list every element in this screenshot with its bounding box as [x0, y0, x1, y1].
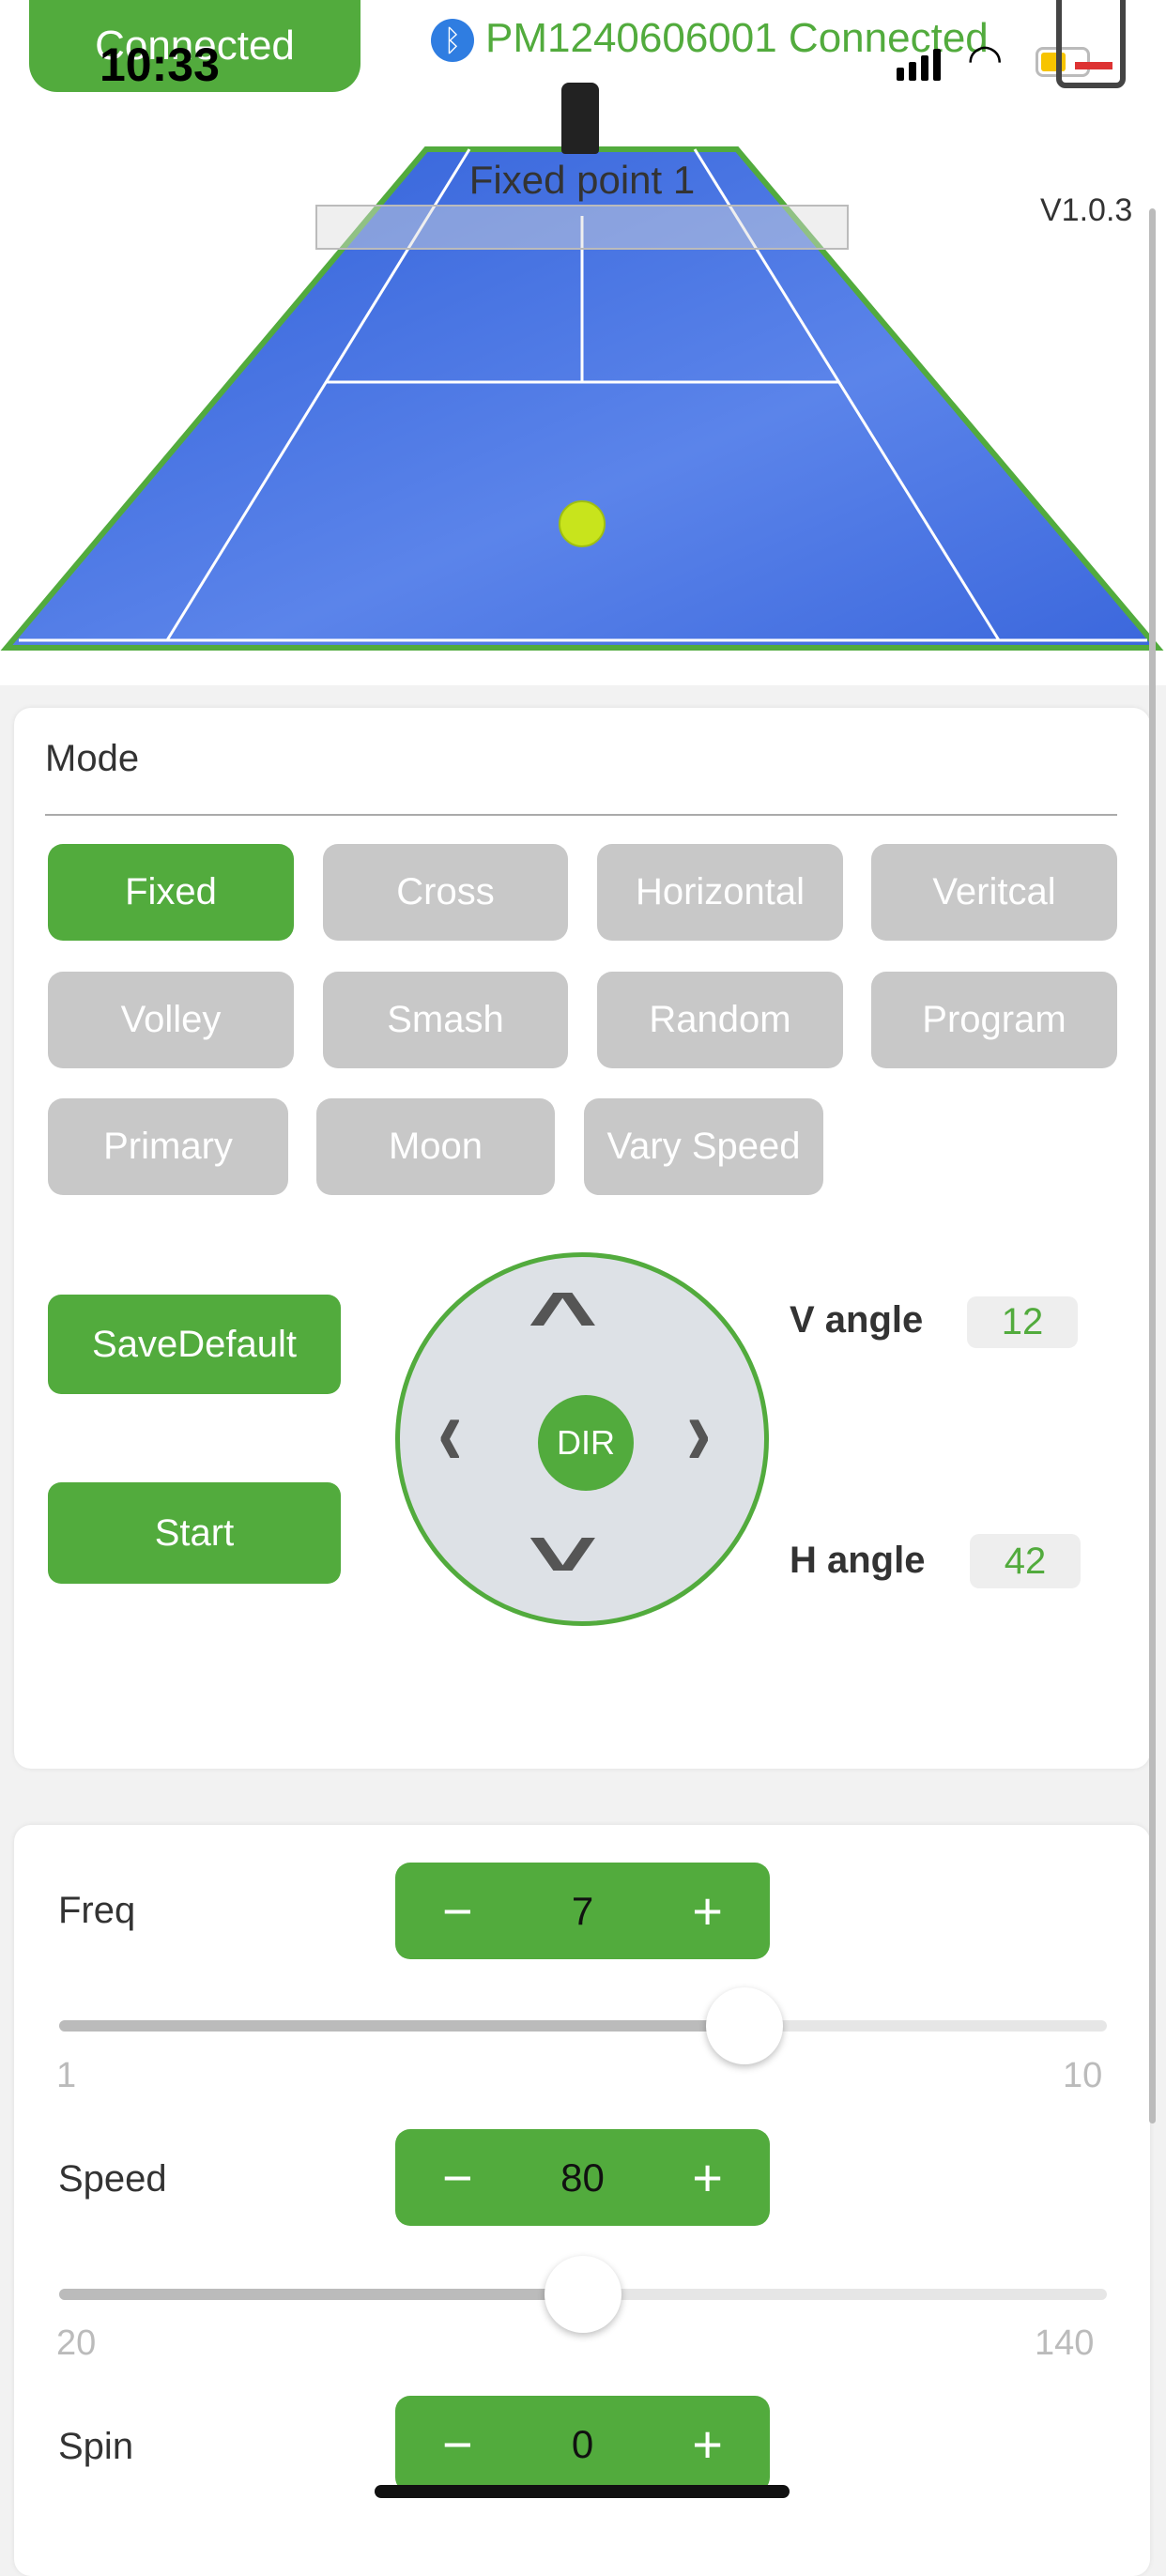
spin-minus-button[interactable]: −	[442, 2414, 473, 2475]
home-indicator[interactable]	[375, 2485, 790, 2498]
mode-vertical[interactable]: Veritcal	[871, 844, 1117, 941]
save-default-button[interactable]: SaveDefault	[48, 1295, 341, 1394]
mode-cross[interactable]: Cross	[323, 844, 568, 941]
mode-random[interactable]: Random	[597, 972, 843, 1068]
freq-plus-button[interactable]: +	[692, 1880, 723, 1941]
freq-slider[interactable]	[59, 2020, 1107, 2032]
mode-volley[interactable]: Volley	[48, 972, 294, 1068]
mode-fixed[interactable]: Fixed	[48, 844, 294, 941]
spin-plus-button[interactable]: +	[692, 2414, 723, 2475]
h-angle-label: H angle	[790, 1540, 926, 1581]
direction-pad: ^ ^ ‹ › DIR	[395, 1252, 769, 1626]
mode-primary[interactable]: Primary	[48, 1098, 288, 1195]
mode-moon[interactable]: Moon	[316, 1098, 555, 1195]
arrow-right-icon[interactable]: ›	[686, 1375, 712, 1488]
spin-label: Spin	[58, 2426, 134, 2467]
speed-plus-button[interactable]: +	[692, 2147, 723, 2208]
scrollbar[interactable]	[1149, 208, 1156, 2124]
ball-icon	[559, 500, 606, 547]
speed-stepper: − 80 +	[395, 2129, 770, 2226]
freq-label: Freq	[58, 1890, 136, 1931]
cellular-signal-icon	[897, 49, 941, 81]
mode-vary-speed[interactable]: Vary Speed	[584, 1098, 823, 1195]
v-angle-value[interactable]: 12	[967, 1296, 1078, 1348]
wifi-icon: ◠	[967, 37, 1004, 83]
speed-slider-thumb[interactable]	[545, 2256, 621, 2333]
mode-title: Mode	[45, 738, 140, 779]
speed-label: Speed	[58, 2158, 167, 2200]
dir-button[interactable]: DIR	[538, 1395, 634, 1491]
h-angle-value[interactable]: 42	[970, 1534, 1081, 1588]
mode-program[interactable]: Program	[871, 972, 1117, 1068]
freq-max: 10	[1063, 2056, 1103, 2095]
spin-stepper: − 0 +	[395, 2396, 770, 2492]
status-time: 10:33	[100, 38, 220, 91]
start-button[interactable]: Start	[48, 1482, 341, 1584]
freq-min: 1	[56, 2056, 77, 2095]
ball-machine-icon	[561, 83, 599, 154]
arrow-up-icon[interactable]: ^	[528, 1276, 598, 1362]
speed-value: 80	[560, 2154, 605, 2200]
court-target-label: Fixed point 1	[468, 158, 696, 202]
mode-horizontal[interactable]: Horizontal	[597, 844, 843, 941]
spin-value: 0	[571, 2421, 594, 2466]
divider	[45, 814, 1117, 816]
speed-min: 20	[56, 2323, 97, 2363]
arrow-down-icon[interactable]: ^	[528, 1501, 598, 1587]
freq-slider-thumb[interactable]	[706, 1987, 783, 2064]
speed-minus-button[interactable]: −	[442, 2147, 473, 2208]
version-label: V1.0.3	[1040, 192, 1133, 228]
freq-value: 7	[571, 1888, 594, 1933]
arrow-left-icon[interactable]: ‹	[437, 1375, 463, 1488]
speed-max: 140	[1035, 2323, 1095, 2363]
freq-stepper: − 7 +	[395, 1863, 770, 1959]
freq-minus-button[interactable]: −	[442, 1880, 473, 1941]
mode-smash[interactable]: Smash	[323, 972, 568, 1068]
bluetooth-icon: ᛒ	[431, 19, 474, 62]
phone-icon[interactable]	[1056, 0, 1126, 88]
v-angle-label: V angle	[790, 1299, 924, 1341]
